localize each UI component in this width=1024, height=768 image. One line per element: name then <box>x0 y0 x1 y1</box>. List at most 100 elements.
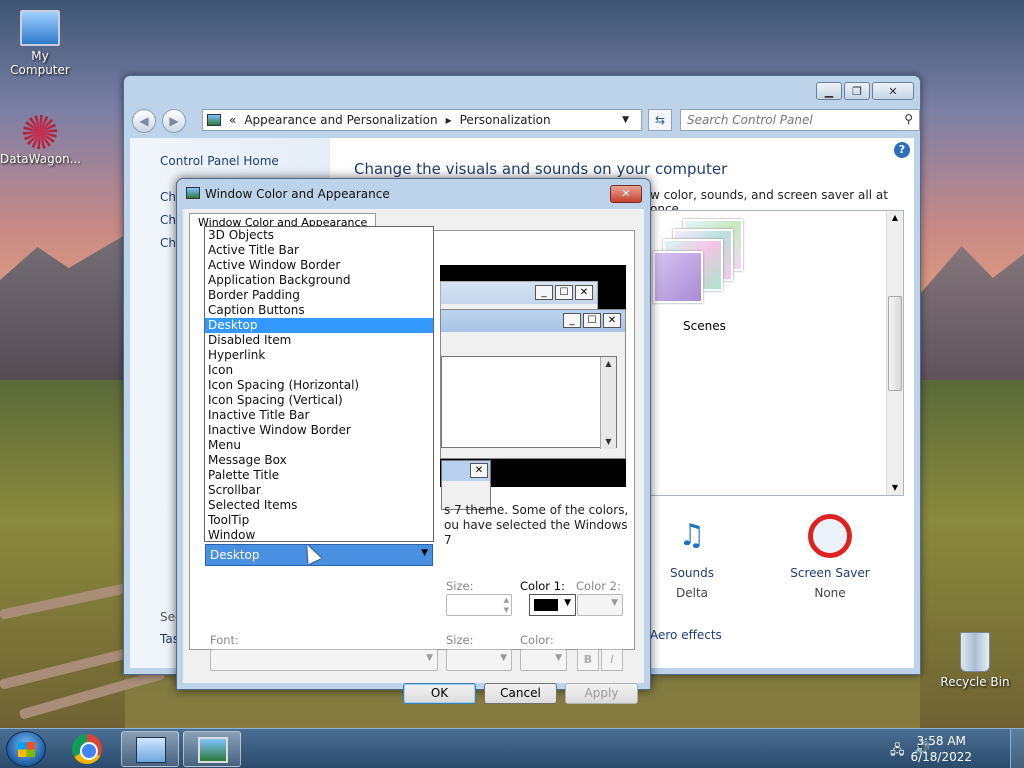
bold-button[interactable]: B <box>577 649 599 671</box>
screen-saver-tile[interactable]: Screen Saver None <box>780 514 880 600</box>
control-panel-icon <box>136 737 166 763</box>
dropdown-option[interactable]: Icon Spacing (Vertical) <box>205 393 433 408</box>
dropdown-option[interactable]: Icon <box>205 363 433 378</box>
page-title: Change the visuals and sounds on your co… <box>354 160 728 178</box>
color1-swatch <box>534 599 558 611</box>
maximize-button[interactable]: ❐ <box>844 82 870 100</box>
dropdown-arrow-icon: ▼ <box>426 653 433 663</box>
dropdown-option[interactable]: Caption Buttons <box>205 303 433 318</box>
apply-button[interactable]: Apply <box>565 683 638 704</box>
font-color-picker[interactable]: ▼ <box>520 649 567 671</box>
desktop-icon-label: Recycle Bin <box>940 675 1010 689</box>
close-icon: ✕ <box>470 463 488 478</box>
minimize-icon: _ <box>563 313 581 328</box>
dropdown-option[interactable]: Window <box>205 528 433 543</box>
dialog-close-button[interactable]: ✕ <box>610 185 642 203</box>
dropdown-option[interactable]: Disabled Item <box>205 333 433 348</box>
network-icon[interactable]: 🖧 <box>890 741 905 763</box>
show-desktop-button[interactable] <box>1010 729 1024 768</box>
dropdown-option[interactable]: ToolTip <box>205 513 433 528</box>
sounds-tile[interactable]: ♫ Sounds Delta <box>642 514 742 600</box>
close-icon: ✕ <box>603 313 621 328</box>
sounds-value: Delta <box>675 586 708 600</box>
desktop-icon-my-computer[interactable]: My Computer <box>2 10 78 77</box>
help-icon[interactable]: ? <box>894 142 910 158</box>
windows-logo-icon <box>18 742 35 757</box>
aero-effects-link[interactable]: Aero effects <box>650 628 722 642</box>
refresh-button[interactable]: ⇆ <box>648 109 672 131</box>
taskbar-window-color[interactable] <box>183 731 241 767</box>
desktop-icon-label: DataWagon... <box>0 152 82 166</box>
dropdown-option[interactable]: Border Padding <box>205 288 433 303</box>
italic-button[interactable]: I <box>601 649 623 671</box>
desktop-icon-datawagon[interactable]: DataWagon... <box>0 115 82 166</box>
item-size-label: Size: <box>446 579 474 593</box>
dropdown-option[interactable]: Palette Title <box>205 468 433 483</box>
dropdown-option[interactable]: Inactive Title Bar <box>205 408 433 423</box>
dropdown-option[interactable]: Icon Spacing (Horizontal) <box>205 378 433 393</box>
dropdown-arrow-icon: ▼ <box>555 653 562 663</box>
search-input[interactable]: Search Control Panel ⚲ <box>680 109 920 131</box>
dropdown-option[interactable]: Application Background <box>205 273 433 288</box>
forward-button[interactable]: ▶ <box>162 109 186 133</box>
search-icon[interactable]: ⚲ <box>904 112 913 126</box>
left-pane-link[interactable]: Ch <box>160 213 176 227</box>
scroll-down-icon[interactable]: ▼ <box>887 481 903 495</box>
taskbar-control-panel[interactable] <box>121 731 179 767</box>
dropdown-option[interactable]: Inactive Window Border <box>205 423 433 438</box>
color1-picker[interactable]: ▼ <box>529 594 576 616</box>
font-size-select[interactable]: ▼ <box>446 649 512 671</box>
item-select-value: Desktop <box>210 548 260 562</box>
ok-button[interactable]: OK <box>403 683 476 704</box>
item-size-spinner[interactable]: ▲ ▼ <box>446 594 512 616</box>
close-button[interactable]: ✕ <box>872 82 914 100</box>
address-dropdown-icon[interactable]: ▼ <box>622 115 629 125</box>
minimize-button[interactable]: ▁ <box>816 82 842 100</box>
scroll-up-icon[interactable]: ▲ <box>887 211 903 225</box>
maximize-icon: ☐ <box>583 313 601 328</box>
display-icon <box>198 737 228 763</box>
start-button[interactable] <box>6 731 46 767</box>
back-button[interactable]: ◀ <box>132 109 156 133</box>
dropdown-option-selected[interactable]: Desktop <box>205 318 433 333</box>
dropdown-arrow-icon: ▼ <box>421 548 428 558</box>
scrollbar-thumb[interactable] <box>888 296 902 391</box>
font-select[interactable]: ▼ <box>210 649 438 671</box>
recycle-bin-icon <box>960 632 990 672</box>
dropdown-option[interactable]: 3D Objects <box>205 228 433 243</box>
search-placeholder: Search Control Panel <box>687 113 813 127</box>
dropdown-option[interactable]: Selected Items <box>205 498 433 513</box>
dropdown-option[interactable]: Active Title Bar <box>205 243 433 258</box>
dropdown-arrow-icon: ▼ <box>500 653 507 663</box>
color2-picker[interactable]: ▼ <box>577 594 623 616</box>
cancel-button[interactable]: Cancel <box>484 683 557 704</box>
clock-time: 3:58 AM <box>916 734 966 748</box>
theme-list-scrollbar[interactable]: ▲ ▼ <box>886 211 903 495</box>
dropdown-option[interactable]: Scrollbar <box>205 483 433 498</box>
color2-label: Color 2: <box>576 579 621 593</box>
maximize-icon: ☐ <box>555 285 573 300</box>
chrome-icon <box>72 734 102 764</box>
left-pane-link[interactable]: Ch <box>160 190 176 204</box>
left-pane-link[interactable]: Ch <box>160 236 176 250</box>
clock[interactable]: 3:58 AM 6/18/2022 <box>910 733 972 765</box>
dropdown-option[interactable]: Menu <box>205 438 433 453</box>
screen-saver-icon <box>808 514 852 558</box>
dropdown-option[interactable]: Active Window Border <box>205 258 433 273</box>
datawagon-icon <box>23 115 57 149</box>
navigation-bar: ◀ ▶ « Appearance and Personalization ▸ P… <box>132 106 920 136</box>
dropdown-option[interactable]: Message Box <box>205 453 433 468</box>
taskbar-chrome[interactable] <box>58 731 116 767</box>
address-bar[interactable]: « Appearance and Personalization ▸ Perso… <box>202 109 642 131</box>
dialog-title: Window Color and Appearance <box>205 187 390 201</box>
font-label: Font: <box>210 633 239 647</box>
font-size-label: Size: <box>446 633 474 647</box>
dropdown-option[interactable]: Hyperlink <box>205 348 433 363</box>
desktop-icon-recycle-bin[interactable]: Recycle Bin <box>940 632 1010 689</box>
scenes-theme-thumbnail[interactable] <box>653 219 763 307</box>
breadcrumb-item[interactable]: Appearance and Personalization <box>244 113 437 127</box>
description-line: s 7 theme. Some of the colors, <box>444 503 629 517</box>
breadcrumb-item[interactable]: Personalization <box>460 113 551 127</box>
control-panel-home-link[interactable]: Control Panel Home <box>160 154 279 168</box>
screen-saver-label: Screen Saver <box>790 566 870 580</box>
